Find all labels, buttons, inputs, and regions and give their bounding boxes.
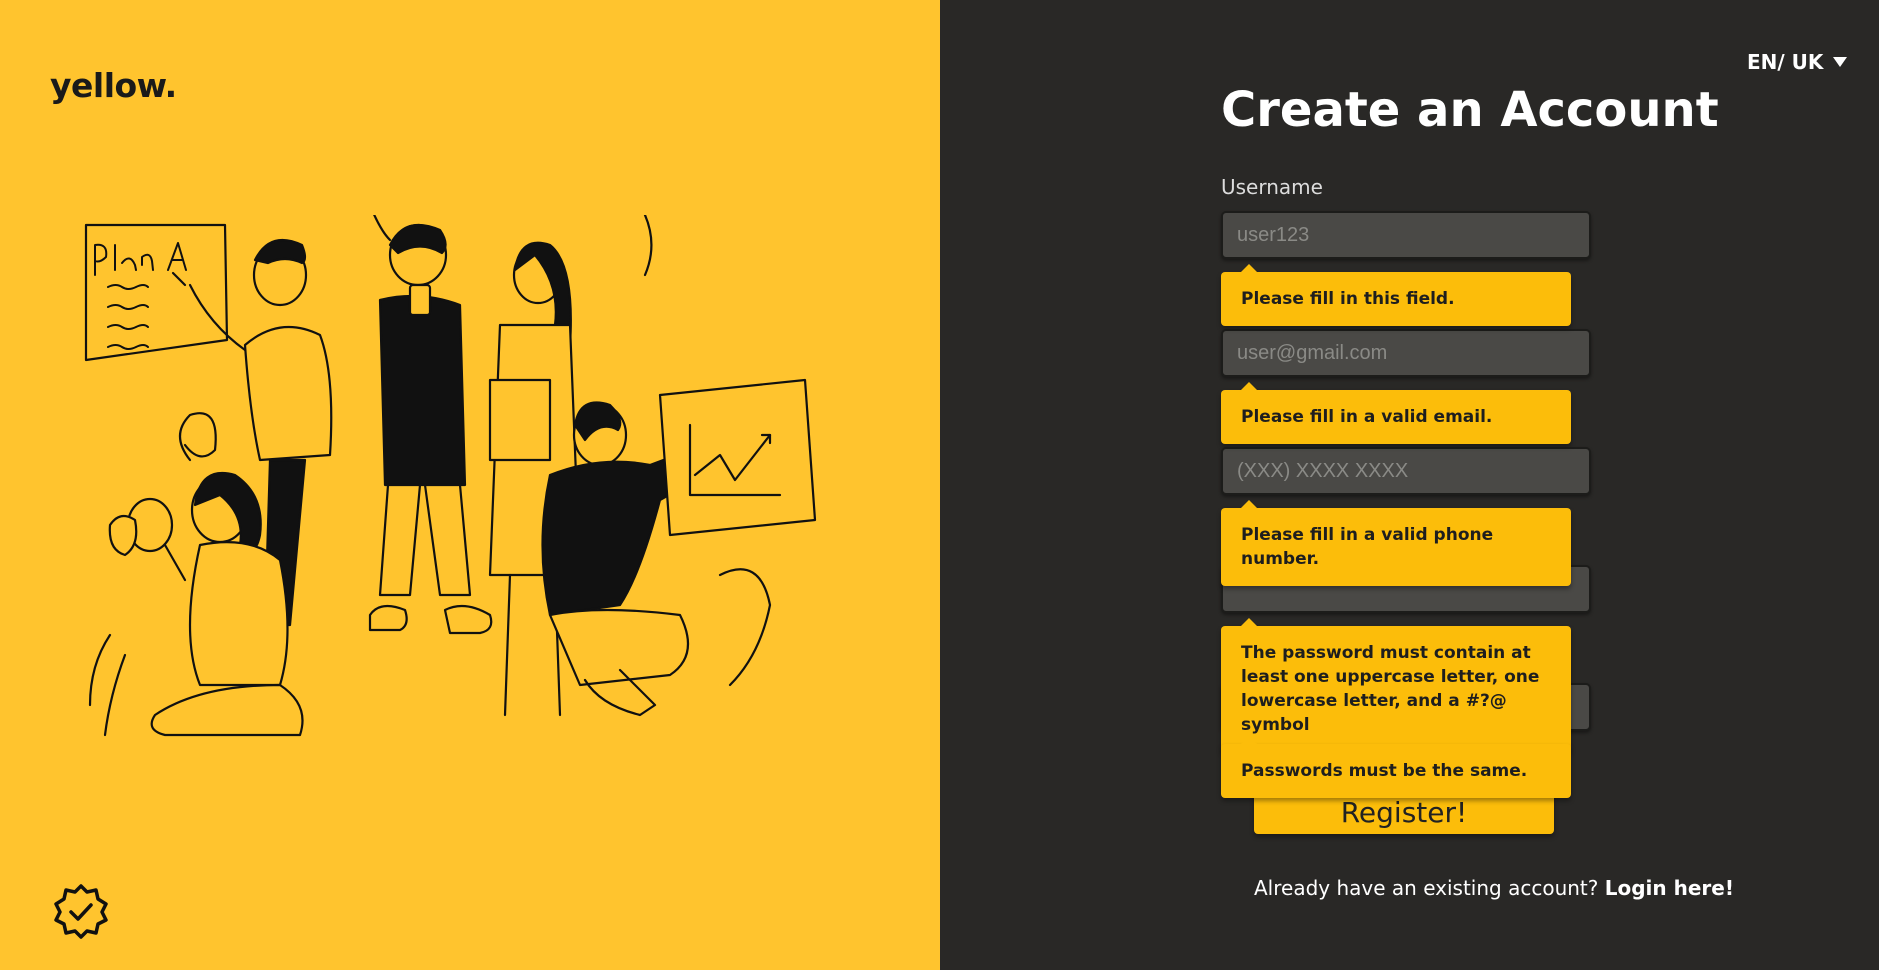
phone-error-tooltip: Please fill in a valid phone number. (1221, 500, 1571, 586)
login-prompt-text: Already have an existing account? (1254, 876, 1599, 900)
language-label: EN/ UK (1747, 50, 1824, 74)
confirm-error-tooltip: Passwords must be the same. (1221, 736, 1571, 798)
login-link[interactable]: Login here! (1605, 876, 1734, 900)
caret-down-icon (1833, 57, 1848, 67)
language-selector[interactable]: EN/ UK (1747, 50, 1848, 74)
page-title: Create an Account (1221, 82, 1719, 138)
left-panel: yellow. (0, 0, 940, 970)
brand-logo: yellow. (50, 66, 177, 105)
username-input[interactable] (1221, 211, 1591, 259)
phone-input[interactable] (1221, 447, 1591, 495)
right-panel: EN/ UK Create an Account Username Please… (940, 0, 1879, 970)
team-planning-illustration (84, 215, 817, 737)
email-input[interactable] (1221, 329, 1591, 377)
username-label: Username (1221, 175, 1323, 199)
login-prompt: Already have an existing account? Login … (1254, 876, 1734, 900)
email-error-tooltip: Please fill in a valid email. (1221, 382, 1571, 444)
username-error-tooltip: Please fill in this field. (1221, 264, 1571, 326)
password-error-tooltip: The password must contain at least one u… (1221, 618, 1571, 752)
verified-badge-icon (54, 884, 108, 939)
